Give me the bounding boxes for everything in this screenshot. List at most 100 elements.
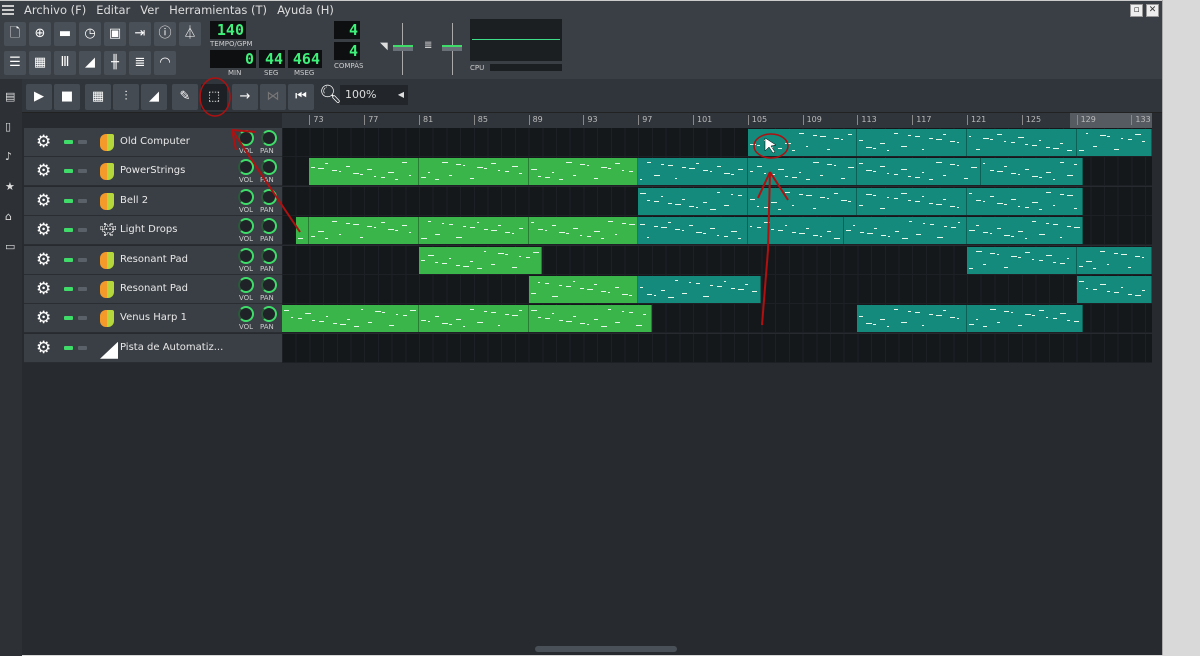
track-name[interactable]: Old Computer	[120, 136, 190, 147]
track-name[interactable]: Light Drops	[120, 224, 177, 235]
pattern-clip[interactable]	[967, 246, 1077, 274]
automation-editor-icon[interactable]: ◢	[79, 51, 101, 75]
pattern-clip[interactable]	[857, 305, 967, 333]
volume-knob[interactable]	[238, 159, 254, 176]
export-icon[interactable]: ⇥	[129, 22, 151, 46]
auto-scroll-button[interactable]: →	[232, 84, 258, 110]
metronome-icon[interactable]: ⏃	[179, 22, 201, 46]
my-projects-icon[interactable]: ▯	[5, 121, 17, 133]
pattern-clip[interactable]	[843, 217, 967, 245]
song-editor-icon[interactable]: ☰	[4, 51, 26, 75]
mute-button[interactable]	[64, 345, 73, 350]
tempo-display[interactable]: 140	[210, 21, 246, 39]
my-home-icon[interactable]: ⌂	[5, 211, 17, 223]
pattern-clip[interactable]	[419, 158, 529, 186]
track-name[interactable]: PowerStrings	[120, 165, 185, 176]
new-project-icon[interactable]: 🗋	[4, 22, 26, 46]
solo-button[interactable]	[78, 316, 87, 321]
pan-knob[interactable]	[261, 130, 277, 146]
pattern-clip[interactable]	[419, 246, 543, 274]
pattern-clip[interactable]	[419, 305, 529, 333]
track-name[interactable]: Resonant Pad	[120, 283, 188, 294]
timeline-ruler[interactable]: 73 77 81 85 89 93 97 101 105 109 113 117 121 125 129 13…	[282, 113, 1152, 128]
track-header[interactable]: ⚙ Pista de Automatiz...	[24, 333, 282, 363]
volume-knob[interactable]	[238, 306, 254, 323]
volume-knob[interactable]	[238, 188, 254, 205]
master-pitch-slider[interactable]: ≣	[424, 23, 464, 75]
gear-icon[interactable]: ⚙	[36, 220, 51, 240]
track-header[interactable]: ⚙ 👾︎ Light Drops VOL PAN	[24, 216, 282, 246]
play-button[interactable]: ▶	[26, 84, 52, 110]
track-header[interactable]: ⚙ Venus Harp 1 VOL PAN	[24, 304, 282, 334]
track-lane[interactable]	[282, 128, 1152, 157]
solo-button[interactable]	[78, 198, 87, 203]
add-beat-track-button[interactable]: ▦	[85, 84, 111, 110]
pattern-clip[interactable]	[1076, 246, 1152, 274]
pattern-clip[interactable]	[638, 217, 748, 245]
pattern-clip[interactable]	[295, 217, 310, 245]
track-lane[interactable]	[282, 186, 1152, 216]
beat-editor-icon[interactable]: ▦	[29, 51, 51, 75]
track-lane[interactable]	[282, 275, 1152, 304]
track-name[interactable]: Bell 2	[120, 195, 148, 206]
recent-projects-icon[interactable]: ◷	[79, 22, 101, 46]
timesig-denominator[interactable]: 4	[334, 42, 360, 60]
pattern-clip[interactable]	[309, 217, 419, 245]
track-header[interactable]: ⚙ Resonant Pad VOL PAN	[24, 275, 282, 304]
mute-button[interactable]	[64, 228, 73, 233]
mute-button[interactable]	[64, 169, 73, 174]
menu-archivo[interactable]: Archivo (F)	[24, 3, 86, 17]
loop-points-button[interactable]: ⋈	[260, 84, 286, 110]
timesig-numerator[interactable]: 4	[334, 21, 360, 39]
gear-icon[interactable]: ⚙	[36, 161, 51, 181]
volume-knob[interactable]	[238, 218, 254, 235]
mute-button[interactable]	[64, 316, 73, 321]
stop-button[interactable]: ■	[54, 84, 80, 110]
menu-herramientas[interactable]: Herramientas (T)	[169, 3, 267, 17]
master-volume-slider[interactable]: ◥	[380, 23, 414, 75]
info-icon[interactable]: ⓘ	[154, 22, 176, 46]
open-project-icon[interactable]: ▬	[54, 22, 76, 46]
pattern-clip[interactable]	[528, 158, 639, 186]
track-header[interactable]: ⚙ PowerStrings VOL PAN	[24, 157, 282, 187]
pan-knob[interactable]	[261, 218, 277, 235]
pattern-clip[interactable]	[857, 129, 967, 156]
zoom-select[interactable]: 100% ◀	[340, 85, 408, 105]
pattern-clip[interactable]	[638, 276, 762, 303]
pattern-clip[interactable]	[747, 217, 844, 245]
instrument-plugins-icon[interactable]: ▤	[5, 91, 17, 103]
draw-mode-button[interactable]: ✎	[172, 84, 198, 110]
pattern-clip[interactable]	[967, 305, 1084, 333]
gear-icon[interactable]: ⚙	[36, 279, 51, 299]
pattern-clip[interactable]	[967, 129, 1077, 156]
pan-knob[interactable]	[261, 306, 277, 323]
pan-knob[interactable]	[261, 159, 277, 176]
track-lane[interactable]	[282, 304, 1152, 334]
pattern-clip[interactable]	[638, 187, 748, 215]
track-lane[interactable]	[282, 216, 1152, 246]
add-sample-track-button[interactable]: ⫶	[113, 84, 139, 110]
mute-button[interactable]	[64, 140, 73, 144]
track-header[interactable]: ⚙ Bell 2 VOL PAN	[24, 186, 282, 216]
pattern-clip[interactable]	[282, 305, 419, 333]
piano-roll-icon[interactable]: Ⅲ	[54, 51, 76, 75]
track-lane[interactable]	[282, 157, 1152, 187]
pattern-clip[interactable]	[980, 158, 1084, 186]
mute-button[interactable]	[64, 287, 73, 291]
menu-editar[interactable]: Editar	[96, 3, 130, 17]
pattern-clip[interactable]	[747, 129, 858, 156]
solo-button[interactable]	[78, 257, 87, 262]
track-lane[interactable]	[282, 333, 1152, 363]
pattern-clip[interactable]	[967, 217, 1084, 245]
pattern-clip[interactable]	[747, 187, 858, 215]
new-from-template-icon[interactable]: ⊕	[29, 22, 51, 46]
horizontal-scrollbar[interactable]	[535, 646, 677, 652]
computer-icon[interactable]: ▭	[5, 241, 17, 253]
gear-icon[interactable]: ⚙	[36, 338, 51, 358]
solo-button[interactable]	[78, 228, 87, 233]
pattern-clip[interactable]	[857, 158, 981, 186]
pan-knob[interactable]	[261, 277, 277, 293]
track-lane[interactable]	[282, 245, 1152, 275]
pattern-clip[interactable]	[638, 158, 748, 186]
track-header[interactable]: ⚙ Resonant Pad VOL PAN	[24, 245, 282, 275]
